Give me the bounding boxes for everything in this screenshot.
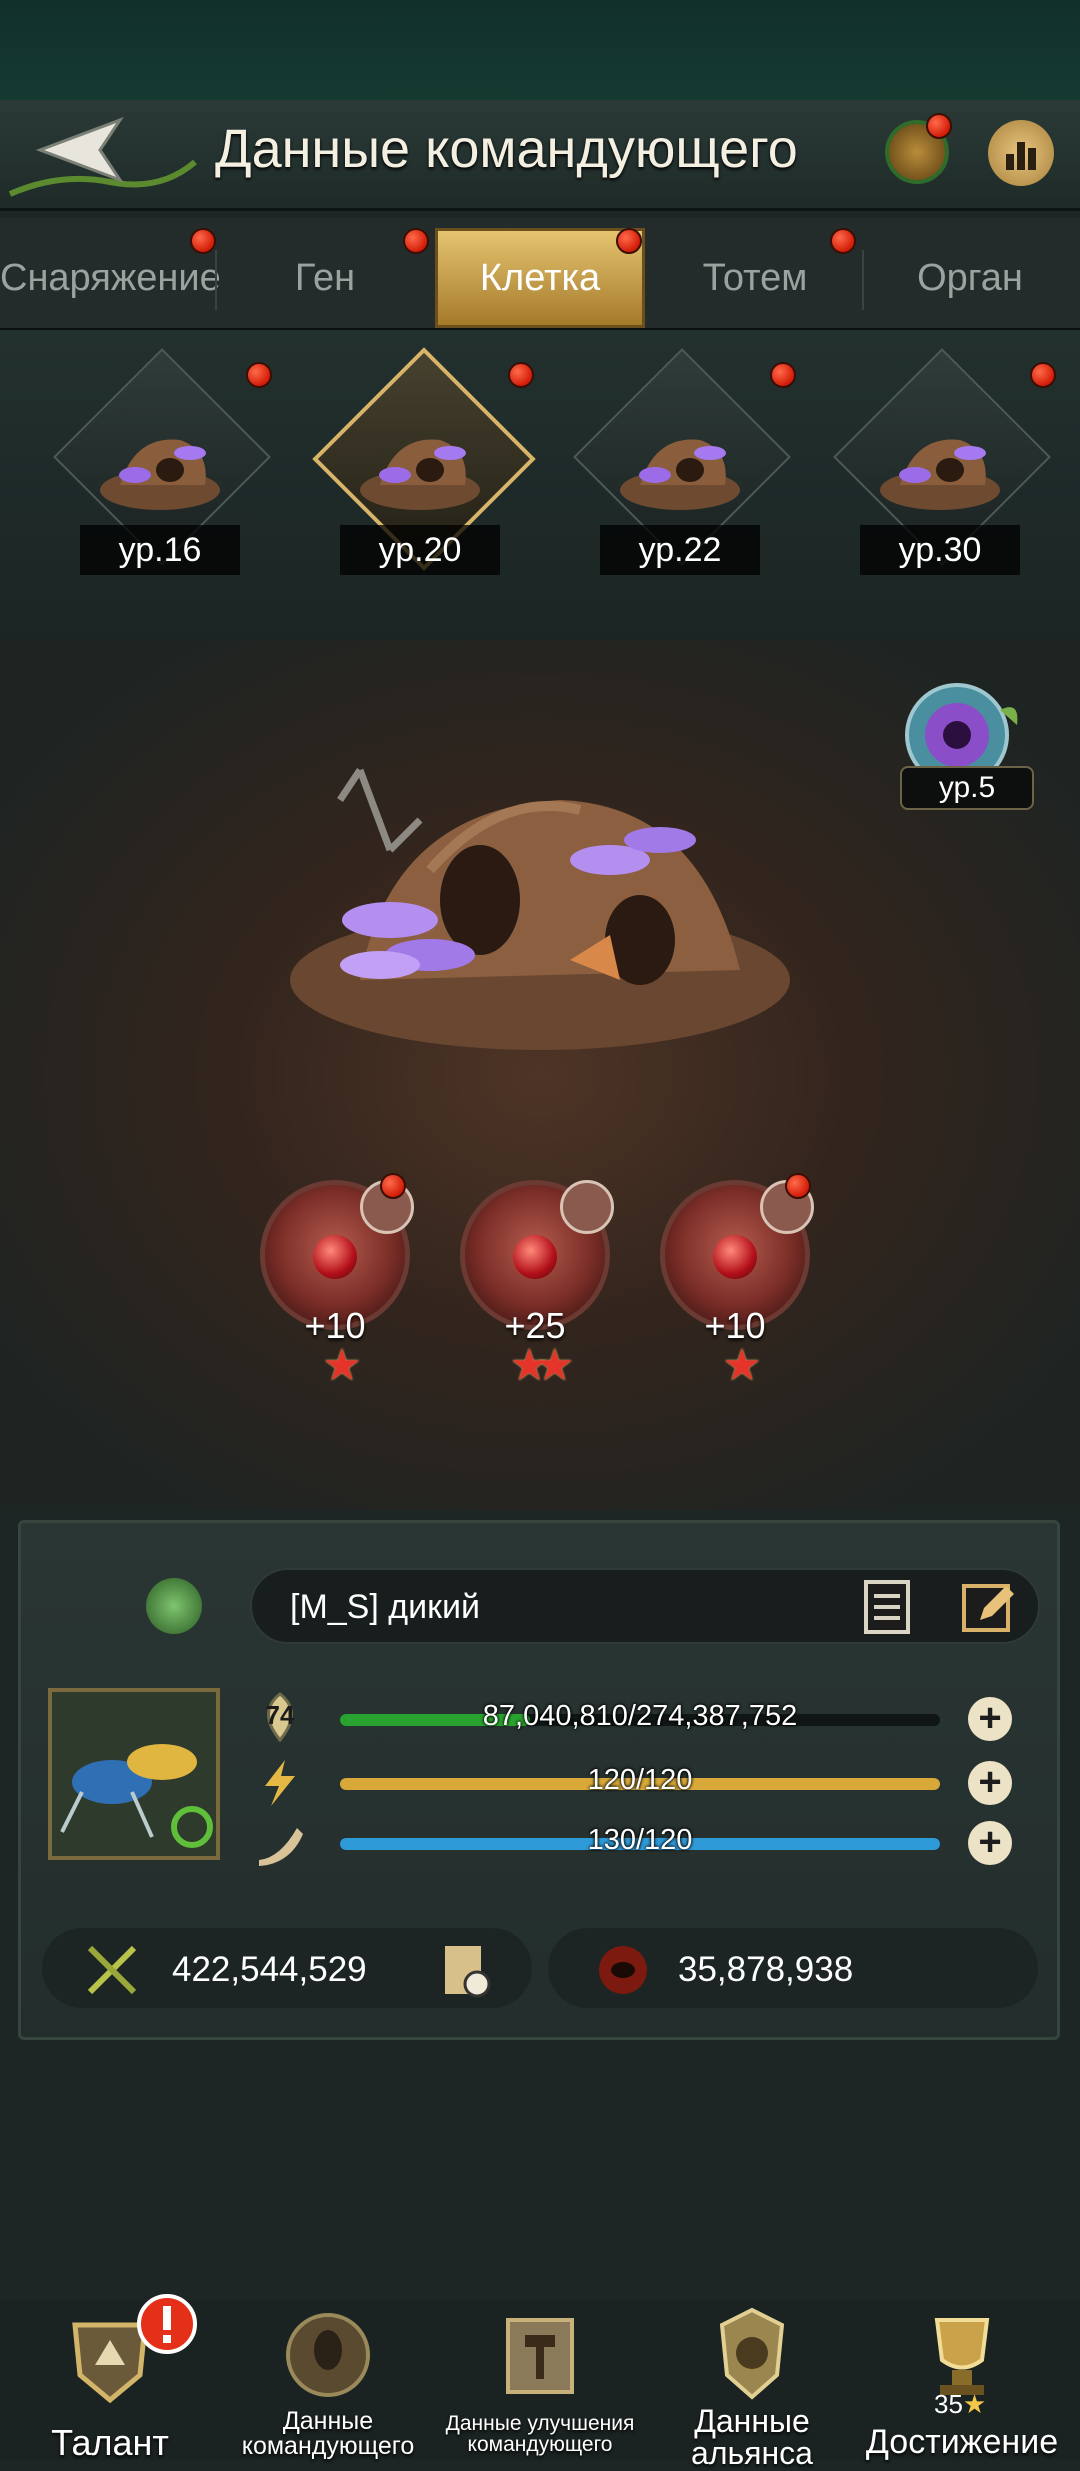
- rank-icon: [146, 1578, 202, 1634]
- notification-dot: [770, 362, 796, 388]
- gem-core-icon: [313, 1235, 357, 1279]
- notification-dot: [403, 228, 429, 254]
- nav-label: Данные улучшения командующего: [445, 2412, 635, 2456]
- add-stamina-button[interactable]: +: [968, 1821, 1012, 1865]
- tab-gene[interactable]: Ген: [220, 228, 430, 328]
- ant-commander-icon: [286, 2313, 370, 2397]
- energy-text: 120/120: [587, 1764, 693, 1796]
- star-rating: ★: [322, 1341, 361, 1390]
- stamina-text: 130/120: [587, 1824, 693, 1856]
- nav-alliance-data[interactable]: Данные альянса: [652, 2305, 852, 2469]
- achievement-count-value: 35: [934, 2389, 963, 2419]
- notification-dot: [785, 1173, 811, 1199]
- tab-totem[interactable]: Тотем: [650, 228, 860, 328]
- mushroom-cage-icon: [100, 439, 220, 510]
- notification-dot: [246, 362, 272, 388]
- nav-achievement[interactable]: 35★ Достижение: [862, 2305, 1062, 2460]
- notification-dot: [380, 1173, 406, 1199]
- page-title: Данные командующего: [215, 119, 798, 179]
- alliance-crest-icon: [719, 2307, 785, 2400]
- gem-slot[interactable]: +10 ★: [655, 1180, 815, 1400]
- add-energy-button[interactable]: +: [968, 1761, 1012, 1805]
- cage-card[interactable]: ур.30: [820, 348, 1060, 610]
- commander-name: [M_S] дикий: [290, 1588, 480, 1626]
- alert-badge-icon: [137, 2294, 197, 2354]
- gem-core-icon: [513, 1235, 557, 1279]
- star-icon: ★: [962, 2389, 987, 2419]
- pickaxe-badge-icon: [560, 1180, 614, 1234]
- cage-level: ур.20: [340, 525, 500, 575]
- tab-divider: [215, 250, 217, 310]
- tab-organ[interactable]: Орган: [865, 228, 1075, 328]
- orb-level: ур.5: [900, 766, 1034, 810]
- star-rating: ★★: [509, 1341, 575, 1390]
- nav-label: Данные альянса: [691, 2403, 813, 2471]
- status-strip: [0, 0, 1080, 100]
- notification-dot: [926, 113, 952, 139]
- hammer-scroll-icon: [506, 2318, 574, 2394]
- power-value: 422,544,529: [172, 1950, 367, 1989]
- enemy-kill-icon: [599, 1946, 647, 1994]
- notification-dot: [508, 362, 534, 388]
- nav-label: Талант: [51, 2422, 169, 2463]
- lightning-icon: [255, 1758, 305, 1808]
- tab-divider: [862, 250, 864, 310]
- mushroom-cage-icon: [880, 439, 1000, 510]
- crossed-swords-icon: [87, 1945, 137, 1995]
- scroll-history-icon[interactable]: [435, 1940, 495, 2000]
- notification-dot: [1030, 362, 1056, 388]
- cage-level: ур.16: [80, 525, 240, 575]
- tab-cage[interactable]: Клетка: [435, 228, 645, 328]
- ant-portrait-icon: [60, 1744, 213, 1848]
- exp-text: 87,040,810/274,387,752: [482, 1700, 798, 1732]
- nav-upgrade-data[interactable]: Данные улучшения командующего: [440, 2305, 640, 2460]
- back-arrow-icon[interactable]: [0, 102, 200, 202]
- notification-dot: [830, 228, 856, 254]
- mushroom-cage-icon: [620, 439, 740, 510]
- tab-equipment[interactable]: Снаряжение: [0, 228, 221, 328]
- edit-icon[interactable]: [960, 1578, 1018, 1636]
- ranking-button[interactable]: [988, 120, 1054, 186]
- cage-card-selected[interactable]: ур.20: [300, 347, 540, 610]
- cage-level: ур.22: [600, 525, 760, 575]
- nav-label: Достижение: [865, 2423, 1059, 2461]
- nav-label: Данные командующего: [241, 2407, 415, 2460]
- achievement-count: 35★: [934, 2389, 986, 2420]
- gem-core-icon: [713, 1235, 757, 1279]
- nav-commander-data[interactable]: Данные командующего: [228, 2305, 428, 2460]
- document-icon[interactable]: [858, 1578, 916, 1636]
- horn-icon: [255, 1820, 305, 1870]
- add-exp-button[interactable]: +: [968, 1697, 1012, 1741]
- gem-slot[interactable]: +10 ★: [255, 1180, 415, 1400]
- notification-dot: [616, 228, 642, 254]
- commander-avatar[interactable]: [48, 1688, 220, 1860]
- mushroom-cage-icon: [360, 439, 480, 510]
- notification-dot: [190, 228, 216, 254]
- star-rating: ★: [722, 1341, 761, 1390]
- cage-card[interactable]: ур.16: [40, 348, 280, 610]
- gem-slot[interactable]: +25 ★★: [455, 1180, 615, 1400]
- cage-level: ур.30: [860, 525, 1020, 575]
- mushroom-cage-illustration: [290, 768, 790, 1050]
- bar-chart-icon: [1006, 142, 1036, 170]
- level-number: 74: [265, 1700, 295, 1730]
- kills-value: 35,878,938: [678, 1950, 854, 1989]
- cage-card[interactable]: ур.22: [560, 348, 800, 610]
